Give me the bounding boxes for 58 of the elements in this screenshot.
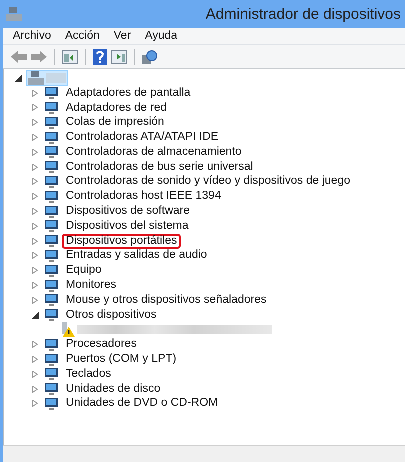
tree-item[interactable]: Controladoras de sonido y vídeo y dispositivos de juego xyxy=(62,174,354,190)
tree-item[interactable]: Adaptadores de red xyxy=(62,100,172,116)
menu-item[interactable]: Archivo xyxy=(13,30,52,42)
tree-item[interactable]: Adaptadores de pantalla xyxy=(62,86,195,101)
device-icon xyxy=(44,308,59,322)
device-icon xyxy=(44,352,59,367)
device-icon xyxy=(44,367,59,382)
tree-root[interactable] xyxy=(26,70,68,86)
device-icon xyxy=(44,145,59,160)
expand-icon[interactable] xyxy=(32,312,39,319)
tree-item[interactable]: Procesadores xyxy=(62,337,141,352)
device-icon xyxy=(44,130,59,145)
device-icon xyxy=(44,278,59,293)
device-icon xyxy=(44,190,59,204)
device-icon xyxy=(44,264,59,278)
device-icon xyxy=(44,86,59,100)
panel-icon[interactable] xyxy=(62,50,78,64)
tree-item[interactable]: Controladoras host IEEE 1394 xyxy=(62,189,226,204)
tree-item[interactable]: Dispositivos portátiles xyxy=(62,234,182,249)
tree-item[interactable]: Controladoras ATA/ATAPI IDE xyxy=(62,130,223,146)
device-icon xyxy=(44,293,59,308)
tree-item[interactable]: Unidades de DVD o CD-ROM xyxy=(62,396,222,412)
tree-item[interactable]: Puertos (COM y LPT) xyxy=(62,352,181,368)
tree-item[interactable]: Mouse y otros dispositivos señaladores xyxy=(62,292,271,308)
device-icon xyxy=(44,219,59,234)
device-icon xyxy=(44,174,59,189)
device-icon xyxy=(44,116,59,130)
tree-item[interactable]: Unidades de disco xyxy=(62,382,165,397)
tree-item[interactable]: Controladoras de bus serie universal xyxy=(62,160,258,175)
device-icon xyxy=(44,382,59,396)
menu-item[interactable]: Acción xyxy=(65,30,100,42)
tree-item[interactable]: Colas de impresión xyxy=(62,115,168,130)
computer-icon xyxy=(28,71,44,86)
tree-item[interactable]: Controladoras de almacenamiento xyxy=(62,144,246,160)
device-icon xyxy=(44,204,59,219)
device-icon xyxy=(44,234,59,248)
tree-item[interactable]: Entradas y salidas de audio xyxy=(62,248,212,264)
device-icon xyxy=(44,338,59,352)
expand-icon[interactable] xyxy=(15,74,22,82)
device-icon xyxy=(44,100,59,115)
tree-item[interactable]: Dispositivos del sistema xyxy=(62,218,193,234)
tree-item[interactable]: Otros dispositivos xyxy=(62,308,161,323)
tree-item[interactable]: Equipo xyxy=(62,263,106,278)
forward-icon[interactable] xyxy=(31,50,47,62)
device-icon xyxy=(44,248,59,263)
computer-icon xyxy=(6,7,22,21)
tree-item[interactable]: Teclados xyxy=(62,366,116,382)
device-icon xyxy=(44,160,59,174)
panel-icon[interactable] xyxy=(111,50,127,64)
back-icon[interactable] xyxy=(11,50,27,62)
window-title: Administrador de dispositivos xyxy=(206,6,401,22)
scan-icon[interactable] xyxy=(142,48,158,64)
tree-item[interactable]: Dispositivos de software xyxy=(62,204,194,220)
help-icon[interactable] xyxy=(93,48,107,64)
device-icon xyxy=(44,396,59,411)
menu-item[interactable]: Ayuda xyxy=(145,30,178,42)
tree-item[interactable]: Monitores xyxy=(62,278,120,294)
menu-item[interactable]: Ver xyxy=(114,30,132,42)
